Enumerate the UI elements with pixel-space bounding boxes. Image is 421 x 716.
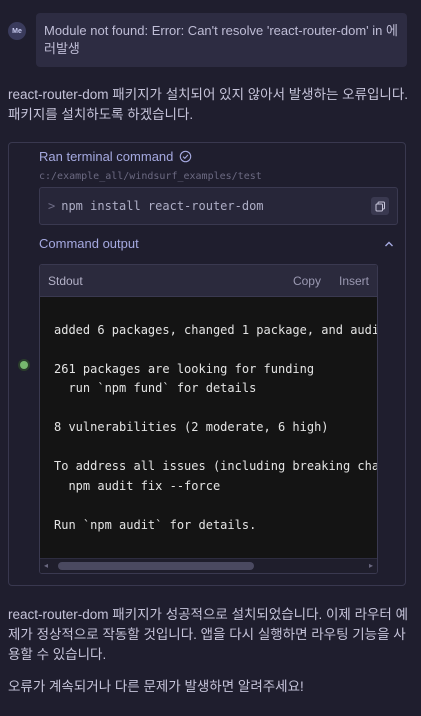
- stdout-line: added 6 packages, changed 1 package, and…: [54, 322, 377, 337]
- stdout-panel: Stdout Copy Insert added 6 packages, cha…: [39, 264, 378, 574]
- stdout-line: npm audit fix --force: [54, 478, 221, 493]
- tool-call-title: Ran terminal command: [39, 149, 174, 164]
- scroll-left-icon[interactable]: ◂: [44, 562, 48, 570]
- working-directory: c:/example_all/windsurf_examples/test: [39, 171, 262, 182]
- stdout-label: Stdout: [48, 273, 83, 288]
- command-output-label: Command output: [39, 236, 139, 251]
- command-text: npm install react-router-dom: [61, 199, 264, 213]
- insert-output-button[interactable]: Insert: [339, 274, 369, 288]
- stdout-line: [54, 496, 377, 516]
- stdout-text: added 6 packages, changed 1 package, and…: [40, 297, 377, 559]
- chevron-up-icon[interactable]: [383, 238, 395, 250]
- stdout-line: [54, 340, 377, 360]
- check-circle-icon: [180, 150, 192, 163]
- stdout-header: Stdout Copy Insert: [40, 265, 377, 297]
- stdout-line: [54, 301, 377, 321]
- stdout-line: Run `npm audit` for details.: [54, 517, 257, 532]
- copy-icon: [375, 201, 385, 211]
- assistant-followup: 오류가 계속되거나 다른 문제가 발생하면 알려주세요!: [8, 679, 304, 694]
- scrollbar-thumb[interactable]: [58, 562, 254, 570]
- prompt-symbol: >: [48, 199, 56, 213]
- user-message: Me Module not found: Error: Can't resolv…: [8, 13, 411, 67]
- tool-call-header[interactable]: Ran terminal command: [39, 149, 192, 164]
- user-avatar: Me: [8, 22, 26, 40]
- assistant-result: react-router-dom 패키지가 성공적으로 설치되었습니다. 이제 …: [8, 607, 409, 662]
- stdout-line: run `npm fund` for details: [54, 381, 257, 395]
- horizontal-scrollbar[interactable]: ◂ ▸: [40, 558, 377, 573]
- stdout-line: To address all issues (including breakin…: [54, 459, 377, 473]
- scroll-right-icon[interactable]: ▸: [369, 562, 373, 570]
- stdout-line: 261 packages are looking for funding: [54, 361, 315, 376]
- command-box[interactable]: > npm install react-router-dom: [39, 187, 398, 225]
- stdout-line: [54, 399, 377, 419]
- copy-command-button[interactable]: [371, 197, 389, 215]
- copy-output-button[interactable]: Copy: [293, 274, 321, 288]
- stdout-line: 8 vulnerabilities (2 moderate, 6 high): [54, 420, 329, 434]
- stdout-line: [54, 438, 377, 458]
- tool-call-card: Ran terminal command c:/example_all/wind…: [8, 142, 406, 586]
- assistant-intro: react-router-dom 패키지가 설치되어 있지 않아서 발생하는 오…: [8, 87, 409, 122]
- user-message-text[interactable]: Module not found: Error: Can't resolve '…: [36, 13, 407, 67]
